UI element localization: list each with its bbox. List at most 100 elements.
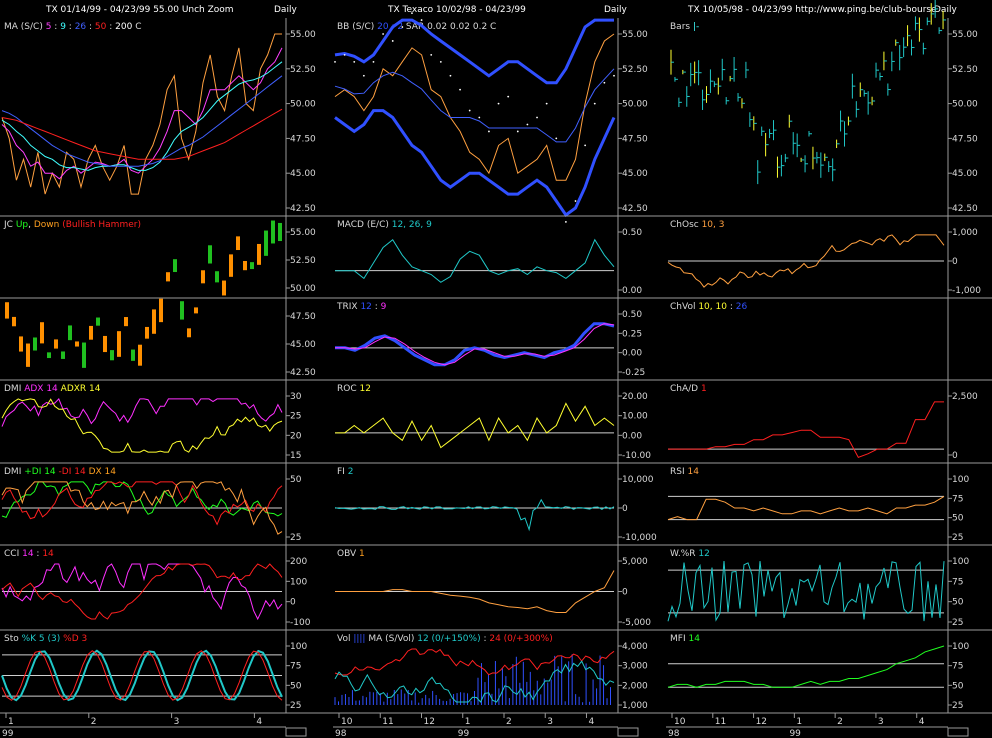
sar-dot <box>468 109 471 112</box>
candle <box>89 325 93 340</box>
title-part: Up <box>16 220 29 230</box>
panel-title: Sto %K 5 (3) %D 3 <box>4 634 87 644</box>
sar-dot <box>584 144 587 147</box>
candle <box>159 298 163 323</box>
sar-dot <box>401 26 404 28</box>
y-tick-label: 42.50 <box>290 204 316 214</box>
y-tick-label: 0 <box>290 598 296 608</box>
candle <box>47 352 51 359</box>
y-tick-label: 55.00 <box>952 30 978 40</box>
title-part: MA (S/C) <box>4 22 46 32</box>
title-part: Sto <box>4 634 22 644</box>
title-part: 10, 3 <box>702 220 725 230</box>
panel-title: ChA/D 1 <box>670 384 707 394</box>
candle <box>173 259 177 273</box>
y-tick-label: 52.50 <box>622 65 648 75</box>
candle <box>5 302 9 319</box>
title-part: |- <box>693 22 699 32</box>
panel-title: DMI +DI 14 -DI 14 DX 14 <box>4 467 116 477</box>
title-part: 12, 26, 9 <box>392 220 432 230</box>
title-part: BB (S/C) <box>337 22 377 32</box>
x-tick-label: 3 <box>174 717 180 727</box>
panel-title: ROC 12 <box>337 384 371 394</box>
col3-period[interactable]: Daily <box>934 5 957 15</box>
x-tick-label: 11 <box>382 717 393 727</box>
y-tick-label: 0.50 <box>622 228 642 238</box>
title-part: C <box>132 22 141 32</box>
panel-title: CCI 14 : 14 <box>4 549 54 559</box>
x-tick-label: 4 <box>588 717 594 727</box>
candle <box>103 335 107 353</box>
sar-dot <box>382 33 385 35</box>
candle <box>236 236 240 251</box>
title-part: : <box>51 22 60 32</box>
y-tick-label: 100 <box>290 577 307 587</box>
y-tick-label: -100 <box>290 618 311 628</box>
y-tick-label: 25 <box>952 533 963 543</box>
y-tick-label: 45.00 <box>290 169 316 179</box>
candle <box>68 325 72 341</box>
candle <box>166 272 170 282</box>
y-tick-label: 42.50 <box>952 204 978 214</box>
title-part: %K 5 (3) <box>22 634 61 644</box>
col2-period[interactable]: Daily <box>604 5 627 15</box>
candle <box>82 342 86 368</box>
candle <box>138 344 142 366</box>
candle <box>19 336 23 352</box>
y-tick-label: 25 <box>952 618 963 628</box>
x-year-label: 98 <box>335 729 347 738</box>
x-tick-label: 2 <box>837 717 843 727</box>
panel-title: ChVol 10, 10 : 26 <box>670 302 747 312</box>
title-part: OBV <box>337 549 359 559</box>
y-tick-label: 2,500 <box>952 392 978 402</box>
candle <box>194 307 198 314</box>
col1-header: TX 01/14/99 - 04/23/99 55.00 Unch Zoom <box>45 5 234 15</box>
sar-dot <box>343 53 346 56</box>
title-part: 26 <box>75 22 87 32</box>
title-part: 200 <box>115 22 132 32</box>
title-part: CCI <box>4 549 22 559</box>
y-tick-label: 45.00 <box>952 169 978 179</box>
candle <box>180 301 184 320</box>
sar-dot <box>391 40 394 42</box>
sar-dot <box>372 60 375 63</box>
background <box>0 0 992 738</box>
sar-dot <box>488 130 490 133</box>
candle <box>75 341 79 347</box>
title-part: 10, 10 <box>698 302 727 312</box>
col1-period[interactable]: Daily <box>274 5 297 15</box>
candle <box>61 351 65 359</box>
sar-dot <box>420 19 423 21</box>
candle <box>33 337 37 351</box>
y-tick-label: 50 <box>952 514 964 524</box>
candle <box>96 317 100 326</box>
y-tick-label: 52.50 <box>290 65 316 75</box>
x-tick-label: 11 <box>715 717 726 727</box>
sar-dot <box>334 60 336 63</box>
y-tick-label: 50 <box>290 681 302 691</box>
panel-title: TRIX 12 : 9 <box>336 302 387 312</box>
title-part: DMI <box>4 384 24 394</box>
y-tick-label: 1,000 <box>952 228 978 238</box>
y-tick-label: 20.00 <box>622 392 648 402</box>
candle <box>40 322 44 344</box>
sar-dot <box>574 200 577 202</box>
y-tick-label: 0 <box>622 504 628 514</box>
y-tick-label: 100 <box>952 642 969 652</box>
y-tick-label: 55.00 <box>290 228 316 238</box>
candle <box>152 309 156 334</box>
y-tick-label: -5,000 <box>622 618 651 628</box>
title-part: : <box>106 22 115 32</box>
y-tick-label: 100 <box>952 557 969 567</box>
y-tick-label: 25 <box>952 701 963 711</box>
y-tick-label: 52.50 <box>952 65 978 75</box>
x-year-label: 98 <box>668 729 680 738</box>
candle <box>257 243 261 265</box>
y-tick-label: 10,000 <box>622 475 654 485</box>
col3-header: TX 10/05/98 - 04/23/99 http://www.ping.b… <box>687 5 937 15</box>
title-part: Vol <box>337 634 353 644</box>
title-part: DX 14 <box>89 467 117 477</box>
candle <box>278 222 282 242</box>
sar-dot <box>362 74 365 77</box>
y-tick-label: 50.00 <box>290 284 316 294</box>
